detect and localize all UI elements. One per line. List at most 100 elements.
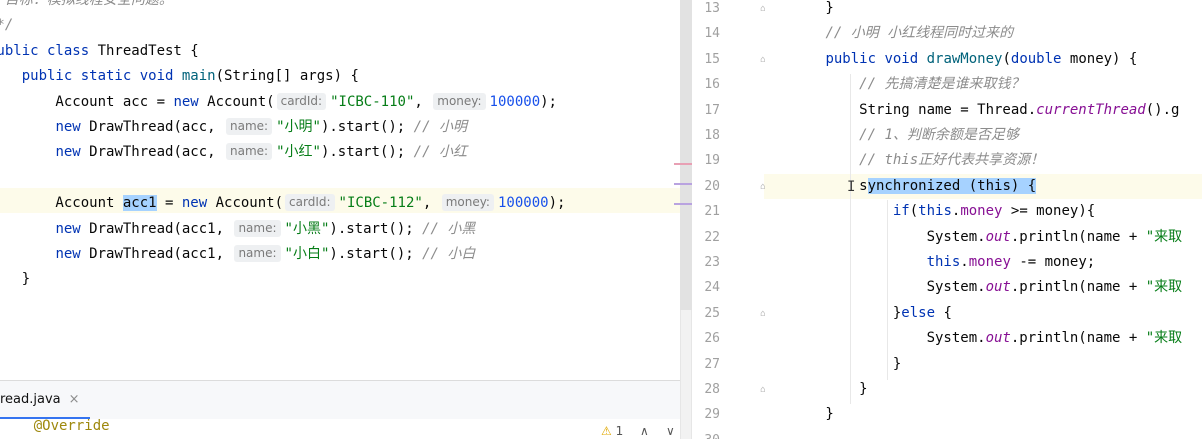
code-line[interactable]: } (758, 352, 901, 377)
code-token: Account acc = (0, 93, 174, 110)
code-line[interactable]: * 目标：模拟线程安全问题。 (0, 0, 173, 13)
right-code-area[interactable]: } // 小明 小红线程同时过来的 public void drawMoney(… (772, 0, 1202, 439)
selected-text: ynchronized (this) { (867, 177, 1037, 194)
code-token: "小明" (276, 119, 321, 135)
code-token: // 小白 (422, 246, 476, 262)
line-number: 15 (704, 51, 720, 67)
code-token: this (926, 254, 961, 270)
previous-highlight-button[interactable]: ∧ (640, 424, 649, 438)
code-token: . (960, 254, 969, 270)
code-line[interactable]: } (758, 0, 833, 21)
code-token: ).start(); (329, 246, 423, 262)
code-line[interactable]: Account acc = new Account(cardId: "ICBC-1… (0, 90, 557, 115)
code-line[interactable]: public class ThreadTest { (0, 39, 199, 64)
code-token: "来取 (1145, 279, 1183, 296)
code-line[interactable]: String name = Thread.currentThread().g (758, 98, 1179, 123)
code-line[interactable]: this.money -= money; (758, 250, 1096, 275)
line-number: 23 (704, 255, 720, 270)
line-number: 13 (704, 1, 720, 16)
code-line[interactable]: public void drawMoney(double money) { (758, 47, 1137, 72)
close-icon[interactable]: × (69, 392, 80, 407)
code-line[interactable]: new DrawThread(acc1, name: "小黑").start();… (0, 217, 475, 242)
code-line[interactable]: } (0, 267, 30, 292)
code-token: .println(name + (1010, 330, 1146, 347)
code-line[interactable]: System.out.println(name + "来取 (758, 326, 1183, 351)
scrollbar-thumb[interactable] (680, 0, 692, 310)
code-line[interactable]: new DrawThread(acc, name: "小红").start(); … (0, 140, 467, 165)
code-token: "小白" (284, 246, 330, 262)
code-line[interactable]: synchronized (this) { (758, 174, 1037, 199)
code-token: "小黑" (284, 220, 330, 237)
code-line[interactable]: } (758, 377, 867, 402)
usage-stripe-marker[interactable] (674, 203, 692, 205)
code-token: else (901, 304, 944, 321)
code-token: if (892, 203, 910, 220)
code-token: main (181, 68, 216, 85)
code-token: } (758, 304, 902, 321)
left-editor-pane[interactable]: * 目标：模拟线程安全问题。 */ public class ThreadTest… (0, 0, 680, 439)
bottom-editor-snippet[interactable]: @Override (0, 418, 680, 439)
code-line[interactable]: new DrawThread(acc1, name: "小白").start();… (0, 242, 475, 267)
code-token: "ICBC-110" (330, 93, 415, 110)
code-line[interactable]: new DrawThread(acc, name: "小明").start(); … (0, 115, 467, 140)
code-token: .println(name + (1010, 228, 1146, 245)
code-line[interactable]: }else { (758, 301, 952, 326)
code-token: } (758, 406, 834, 423)
code-token: ThreadTest { (97, 42, 199, 59)
code-token: out (985, 228, 1011, 245)
code-token: // 先搞清楚是谁来取钱？ (859, 76, 1025, 93)
code-token: new (55, 246, 90, 262)
warning-count: 1 (615, 424, 624, 438)
error-stripe-marker[interactable] (674, 163, 692, 165)
code-token: new (55, 119, 90, 135)
code-token: Account( (207, 93, 275, 110)
code-token: out (985, 330, 1011, 347)
code-line[interactable]: // 小明 小红线程同时过来的 (758, 21, 1013, 46)
code-line[interactable]: Account acc1 = new Account(cardId: "ICBC-… (0, 191, 565, 216)
code-token: this (918, 203, 952, 220)
code-token: , (414, 93, 432, 110)
code-line[interactable]: */ (0, 13, 13, 38)
code-token: System. (758, 330, 986, 347)
usage-stripe-marker[interactable] (674, 183, 692, 185)
code-token: -= money; (1010, 254, 1096, 270)
code-token: new (181, 195, 216, 212)
code-line[interactable]: System.out.println(name + "来取 (758, 275, 1183, 300)
code-token: new (173, 93, 208, 110)
warning-icon: ⚠ (601, 424, 612, 438)
code-line[interactable]: // 1、判断余额是否足够 (758, 123, 1019, 148)
chevron-up-icon: ∧ (640, 424, 649, 438)
code-line[interactable]: if(this.money >= money){ (758, 199, 1095, 224)
parameter-hint: name: (234, 245, 281, 262)
code-token: out (985, 279, 1011, 296)
code-line[interactable]: public static void main(String[] args) { (0, 64, 359, 89)
code-line[interactable]: System.out.println(name + "来取 (758, 225, 1183, 250)
code-token: money) { (1069, 50, 1138, 67)
code-token: money (968, 254, 1011, 270)
code-token: ( (1002, 50, 1011, 67)
line-number: 26 (704, 331, 720, 347)
code-token: System. (758, 279, 986, 296)
code-token: // 小明 小红线程同时过来的 (825, 25, 1014, 42)
code-line[interactable]: } (758, 402, 834, 427)
inspection-widget[interactable]: ⚠ 1 (601, 424, 623, 438)
code-token: DrawThread(acc, (89, 119, 225, 135)
code-token: "ICBC-112" (338, 195, 423, 212)
selected-text: acc1 (122, 195, 157, 212)
code-token: * 目标：模拟线程安全问题。 (0, 0, 173, 8)
annotation-line: @Override (0, 418, 110, 434)
code-line[interactable]: // 先搞清楚是谁来取钱？ (758, 72, 1024, 97)
code-token: Account( (215, 195, 284, 212)
right-editor-pane[interactable]: 131415161718192021222324252627282930⌂⌂⌂⌂… (692, 0, 1202, 439)
code-token: // 1、判断余额是否足够 (859, 127, 1019, 143)
code-line[interactable]: // this正好代表共享资源！ (758, 148, 1044, 173)
next-highlight-button[interactable]: ∨ (666, 424, 675, 438)
line-number: 20 (704, 178, 720, 194)
